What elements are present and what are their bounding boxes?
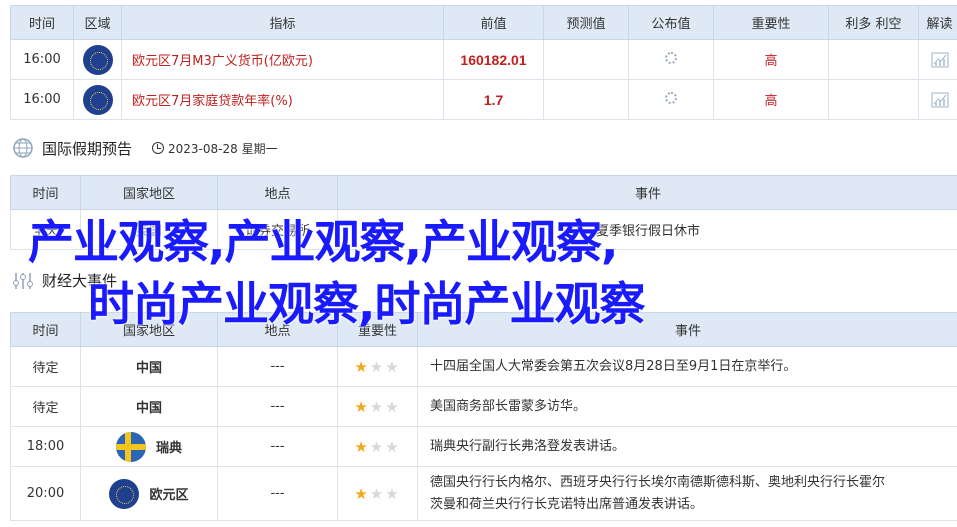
col-region: 区域 (73, 5, 122, 40)
overlay-text-line-2: 时尚产业观察,时尚产业观察 (88, 277, 645, 331)
star-empty-icon: ★ (369, 397, 386, 416)
eu-flag-icon (82, 44, 113, 75)
star-empty-icon: ★ (369, 484, 386, 503)
star-empty-icon: ★ (369, 437, 386, 456)
row-region: 欧元区 (149, 488, 189, 503)
col-previous: 前值 (443, 5, 544, 40)
bull-bear-cell (828, 79, 919, 120)
table-row[interactable]: 16:00 欧元区7月M3广义货币(亿欧元) 160182.01 高 (10, 39, 957, 80)
event-line-2: 茨曼和荷兰央行行长克诺特出席普通发表讲话。 (430, 496, 704, 512)
star-empty-icon: ★ (385, 357, 401, 376)
col-region: 国家地区 (80, 175, 218, 210)
importance-value: 高 (713, 39, 829, 80)
row-place: --- (217, 386, 338, 427)
table-row: 18:00 瑞典 --- ★★★ 瑞典央行副行长弗洛登发表讲话。 (10, 426, 957, 467)
col-event: 事件 (337, 175, 957, 210)
section-date: 2023-08-28 星期一 (168, 141, 278, 156)
forecast-value (543, 79, 629, 120)
star-filled-icon: ★ (354, 397, 370, 416)
sliders-icon (13, 272, 33, 289)
star-empty-icon: ★ (385, 484, 401, 503)
row-time: 16:00 (10, 39, 74, 80)
row-event: 德国央行行长内格尔、西班牙央行行长埃尔南德斯德科斯、奥地利央行行长霍尔 茨曼和荷兰… (417, 466, 957, 521)
col-actual: 公布值 (628, 5, 714, 40)
table-row: 待定 中国 --- ★★★ 美国商务部长雷蒙多访华。 (10, 386, 957, 427)
col-forecast: 预测值 (543, 5, 629, 40)
col-time: 时间 (10, 312, 81, 347)
eu-flag-icon (109, 478, 140, 509)
row-region: 中国 (80, 386, 218, 427)
importance-stars: ★★★ (337, 426, 418, 467)
chart-analysis-icon[interactable] (931, 92, 949, 108)
star-empty-icon: ★ (369, 357, 386, 376)
importance-stars: ★★★ (337, 386, 418, 427)
row-event: 十四届全国人大常委会第五次会议8月28日至9月1日在京举行。 (417, 346, 957, 387)
loading-spinner-icon (665, 51, 677, 64)
previous-value: 160182.01 (443, 39, 544, 80)
col-time: 时间 (10, 5, 74, 40)
clock-icon (152, 142, 165, 154)
table-header-row: 时间 国家地区 地点 事件 (10, 175, 957, 210)
indicator-link[interactable]: 欧元区7月家庭贷款年率(%) (121, 79, 444, 120)
importance-stars: ★★★ (337, 346, 418, 387)
sweden-flag-icon (115, 431, 146, 462)
importance-value: 高 (713, 79, 829, 120)
row-time: 18:00 (10, 426, 81, 467)
table-row: 20:00 欧元区 --- ★★★ 德国央行行长内格尔、西班牙央行行长埃尔南德斯… (10, 466, 957, 521)
row-region: 瑞典 (155, 441, 182, 456)
row-place: --- (217, 466, 338, 521)
eu-flag-icon (82, 84, 113, 115)
col-time: 时间 (10, 175, 81, 210)
row-time: 16:00 (10, 79, 74, 120)
bull-bear-cell (828, 39, 919, 80)
col-interpretation: 解读 (918, 5, 957, 40)
row-place: --- (217, 346, 338, 387)
globe-icon (13, 138, 33, 158)
row-region: 中国 (80, 346, 218, 387)
row-time: 20:00 (10, 466, 81, 521)
row-time: 待定 (10, 386, 81, 427)
holiday-section-header: 国际假期预告 2023-08-28 星期一 (12, 137, 278, 159)
forecast-value (543, 39, 629, 80)
star-empty-icon: ★ (385, 437, 401, 456)
table-row: 待定 中国 --- ★★★ 十四届全国人大常委会第五次会议8月28日至9月1日在… (10, 346, 957, 387)
row-event: 瑞典央行副行长弗洛登发表讲话。 (417, 426, 957, 467)
star-empty-icon: ★ (385, 397, 401, 416)
col-indicator: 指标 (121, 5, 444, 40)
event-line-1: 德国央行行长内格尔、西班牙央行行长埃尔南德斯德科斯、奥地利央行行长霍尔 (430, 474, 886, 490)
col-place: 地点 (217, 175, 338, 210)
section-title: 国际假期预告 (42, 139, 133, 158)
indicator-link[interactable]: 欧元区7月M3广义货币(亿欧元) (121, 39, 444, 80)
row-time: 待定 (10, 346, 81, 387)
indicator-table: 时间 区域 指标 前值 预测值 公布值 重要性 利多 利空 解读 16:00 欧… (10, 5, 957, 120)
chart-analysis-icon[interactable] (931, 52, 949, 68)
table-header-row: 时间 区域 指标 前值 预测值 公布值 重要性 利多 利空 解读 (10, 5, 957, 40)
col-importance: 重要性 (713, 5, 829, 40)
previous-value: 1.7 (443, 79, 544, 120)
loading-spinner-icon (665, 91, 677, 104)
col-bull-bear: 利多 利空 (828, 5, 919, 40)
star-filled-icon: ★ (354, 357, 370, 376)
events-table: 时间 国家地区 地点 重要性 事件 待定 中国 --- ★★★ 十四届全国人大常… (10, 312, 957, 521)
table-row[interactable]: 16:00 欧元区7月家庭贷款年率(%) 1.7 高 (10, 79, 957, 120)
row-event: 美国商务部长雷蒙多访华。 (417, 386, 957, 427)
importance-stars: ★★★ (337, 466, 418, 521)
overlay-text-line-1: 产业观察,产业观察,产业观察, (28, 215, 618, 269)
star-filled-icon: ★ (354, 484, 370, 503)
star-filled-icon: ★ (354, 437, 370, 456)
row-place: --- (217, 426, 338, 467)
